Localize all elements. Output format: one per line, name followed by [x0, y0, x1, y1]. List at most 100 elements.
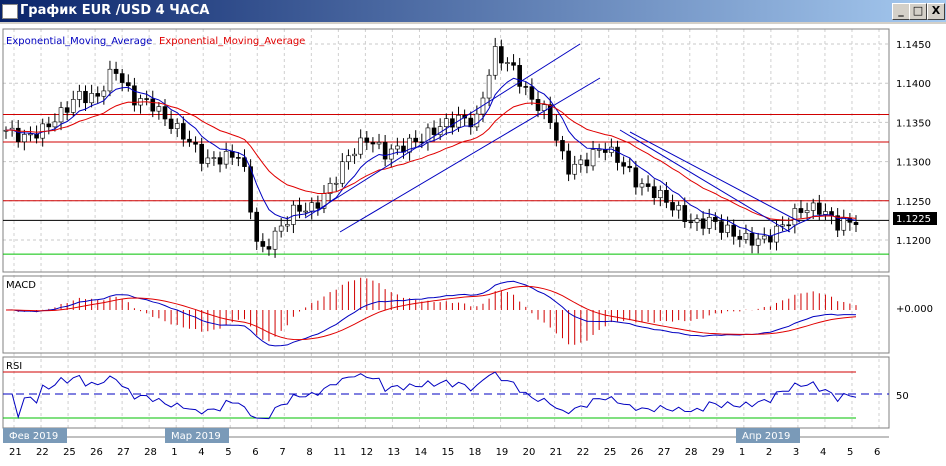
candle-body: [266, 246, 272, 250]
candle-body: [627, 165, 633, 169]
candle-body: [126, 82, 131, 87]
candle-body: [364, 137, 370, 143]
candle-body: [572, 163, 578, 175]
candle-body: [664, 190, 669, 203]
date-label: 21: [550, 447, 563, 458]
date-label: 6: [874, 447, 880, 458]
candle-body: [113, 68, 119, 74]
candle-body: [706, 216, 712, 229]
candle-body: [780, 224, 785, 227]
candle-body: [639, 183, 645, 188]
date-label: 25: [604, 447, 617, 458]
candle-body: [382, 142, 388, 160]
date-label: 1: [739, 447, 745, 458]
candle-body: [346, 155, 351, 163]
macd-line: [5, 280, 857, 347]
month-label: Фев 2019: [9, 431, 58, 442]
candle-body: [755, 238, 761, 246]
window-title: График EUR /USD 4 ЧАСА: [20, 3, 210, 18]
candle-body: [566, 150, 571, 175]
maximize-button[interactable]: □: [909, 3, 927, 20]
candle-body: [749, 232, 755, 246]
candle-body: [792, 208, 798, 226]
candle-body: [229, 151, 235, 158]
candle-body: [694, 218, 700, 223]
candle-body: [107, 68, 113, 92]
candle-body: [841, 217, 847, 231]
candle-body: [786, 224, 792, 227]
date-label: 5: [225, 447, 231, 458]
candle-body: [511, 62, 516, 66]
month-label: Апр 2019: [742, 431, 790, 442]
candle-body: [144, 98, 149, 100]
candle-body: [700, 218, 706, 229]
current-price: 1.1225: [896, 214, 931, 225]
candle-body: [217, 157, 223, 165]
candle-body: [535, 99, 541, 111]
candle-body: [541, 104, 547, 111]
candle-body: [645, 183, 651, 187]
date-label: 19: [496, 447, 509, 458]
candle-body: [486, 74, 492, 99]
candle-body: [810, 202, 816, 211]
candle-body: [523, 86, 529, 88]
macd-axis-label: +0.000: [896, 304, 933, 315]
candle-body: [315, 202, 321, 209]
candle-body: [254, 211, 260, 242]
candle-body: [615, 146, 620, 163]
price-tick-label: 1.1300: [896, 158, 931, 169]
chart-icon: [2, 4, 18, 19]
candle-body: [651, 186, 657, 198]
chart-area[interactable]: Exponential_Moving_Average Exponential_M…: [0, 24, 946, 466]
candle-body: [46, 123, 52, 128]
candle-body: [162, 106, 168, 120]
candle-body: [174, 123, 180, 129]
candle-body: [682, 205, 688, 222]
date-label: 25: [63, 447, 76, 458]
candle-body: [725, 224, 730, 233]
rsi-axis-label: 50: [896, 391, 909, 402]
minimize-button[interactable]: _: [892, 3, 910, 20]
candle-body: [505, 62, 510, 64]
candle-body: [358, 137, 363, 155]
candle-body: [376, 142, 382, 145]
candle-body: [211, 157, 217, 159]
candle-body: [596, 149, 602, 151]
date-label: 27: [658, 447, 671, 458]
candle-body: [89, 93, 94, 104]
candle-body: [83, 90, 88, 104]
close-button[interactable]: X: [927, 3, 945, 20]
macd-signal-line: [5, 285, 857, 341]
candle-body: [431, 127, 437, 135]
date-label: 18: [469, 447, 482, 458]
date-label: 20: [523, 447, 536, 458]
date-label: 6: [252, 447, 258, 458]
candle-body: [199, 143, 204, 164]
candle-body: [621, 162, 626, 167]
date-label: 26: [90, 447, 103, 458]
candle-body: [743, 232, 749, 240]
date-label: 22: [36, 447, 49, 458]
candle-body: [156, 106, 162, 112]
candle-body: [474, 113, 480, 128]
candle-body: [272, 230, 278, 250]
date-label: 3: [793, 447, 799, 458]
price-tick-label: 1.1350: [896, 118, 931, 129]
date-label: 29: [712, 447, 725, 458]
price-tick-label: 1.1200: [896, 236, 931, 247]
candle-body: [413, 137, 419, 143]
date-label: 5: [847, 447, 853, 458]
rsi-line: [6, 371, 857, 420]
candle-body: [768, 235, 773, 243]
candle-body: [719, 221, 724, 233]
candle-body: [223, 151, 229, 165]
date-label: 14: [414, 447, 427, 458]
candle-body: [168, 118, 174, 129]
candle-body: [297, 204, 302, 212]
macd-label: MACD: [6, 280, 36, 291]
candle-body: [560, 140, 565, 152]
candle-body: [260, 241, 266, 247]
candle-body: [731, 224, 736, 237]
candle-body: [95, 93, 101, 97]
candle-body: [28, 133, 33, 136]
